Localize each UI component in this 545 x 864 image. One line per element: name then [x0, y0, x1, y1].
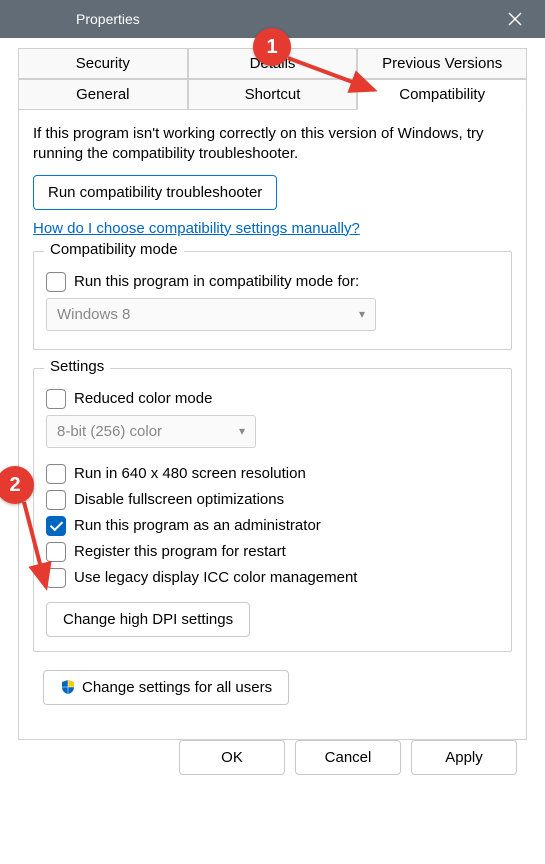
annotation-marker-1: 1	[253, 28, 291, 66]
checkbox-reduced-color[interactable]	[46, 389, 66, 409]
chevron-down-icon: ▾	[239, 424, 245, 438]
change-dpi-button[interactable]: Change high DPI settings	[46, 602, 250, 637]
group-title-compat: Compatibility mode	[44, 241, 184, 258]
ok-button[interactable]: OK	[179, 740, 285, 775]
label-disable-fullscreen: Disable fullscreen optimizations	[74, 491, 284, 508]
apply-button[interactable]: Apply	[411, 740, 517, 775]
group-settings: Settings Reduced color mode 8-bit (256) …	[33, 368, 512, 652]
tab-security[interactable]: Security	[18, 48, 188, 79]
label-run-as-admin: Run this program as an administrator	[74, 517, 321, 534]
intro-text: If this program isn't working correctly …	[33, 124, 512, 165]
dialog-footer: OK Cancel Apply	[18, 740, 527, 775]
chevron-down-icon: ▾	[359, 307, 365, 321]
shield-icon	[60, 679, 76, 695]
label-register-restart: Register this program for restart	[74, 543, 286, 560]
label-legacy-icc: Use legacy display ICC color management	[74, 569, 357, 586]
cancel-button[interactable]: Cancel	[295, 740, 401, 775]
annotation-arrow-2	[14, 492, 64, 602]
group-compatibility-mode: Compatibility mode Run this program in c…	[33, 251, 512, 350]
annotation-arrow-1	[282, 50, 392, 100]
dialog-content: 1 Security Details Previous Versions Gen…	[0, 38, 545, 789]
tab-general[interactable]: General	[18, 79, 188, 110]
checkbox-compat-mode[interactable]	[46, 272, 66, 292]
run-troubleshooter-button[interactable]: Run compatibility troubleshooter	[33, 175, 277, 210]
label-reduced-color: Reduced color mode	[74, 390, 212, 407]
group-title-settings: Settings	[44, 358, 110, 375]
close-icon[interactable]	[493, 1, 537, 37]
tab-panel-compatibility: If this program isn't working correctly …	[18, 110, 527, 740]
help-link[interactable]: How do I choose compatibility settings m…	[33, 220, 360, 237]
select-color-mode[interactable]: 8-bit (256) color ▾	[46, 415, 256, 448]
change-all-users-button[interactable]: Change settings for all users	[43, 670, 289, 705]
checkbox-run-640x480[interactable]	[46, 464, 66, 484]
select-compat-os-value: Windows 8	[57, 306, 130, 323]
select-compat-os[interactable]: Windows 8 ▾	[46, 298, 376, 331]
select-color-mode-value: 8-bit (256) color	[57, 423, 162, 440]
label-compat-mode: Run this program in compatibility mode f…	[74, 273, 359, 290]
change-all-users-label: Change settings for all users	[82, 679, 272, 696]
window-title: Properties	[16, 11, 140, 27]
label-run-640x480: Run in 640 x 480 screen resolution	[74, 465, 306, 482]
